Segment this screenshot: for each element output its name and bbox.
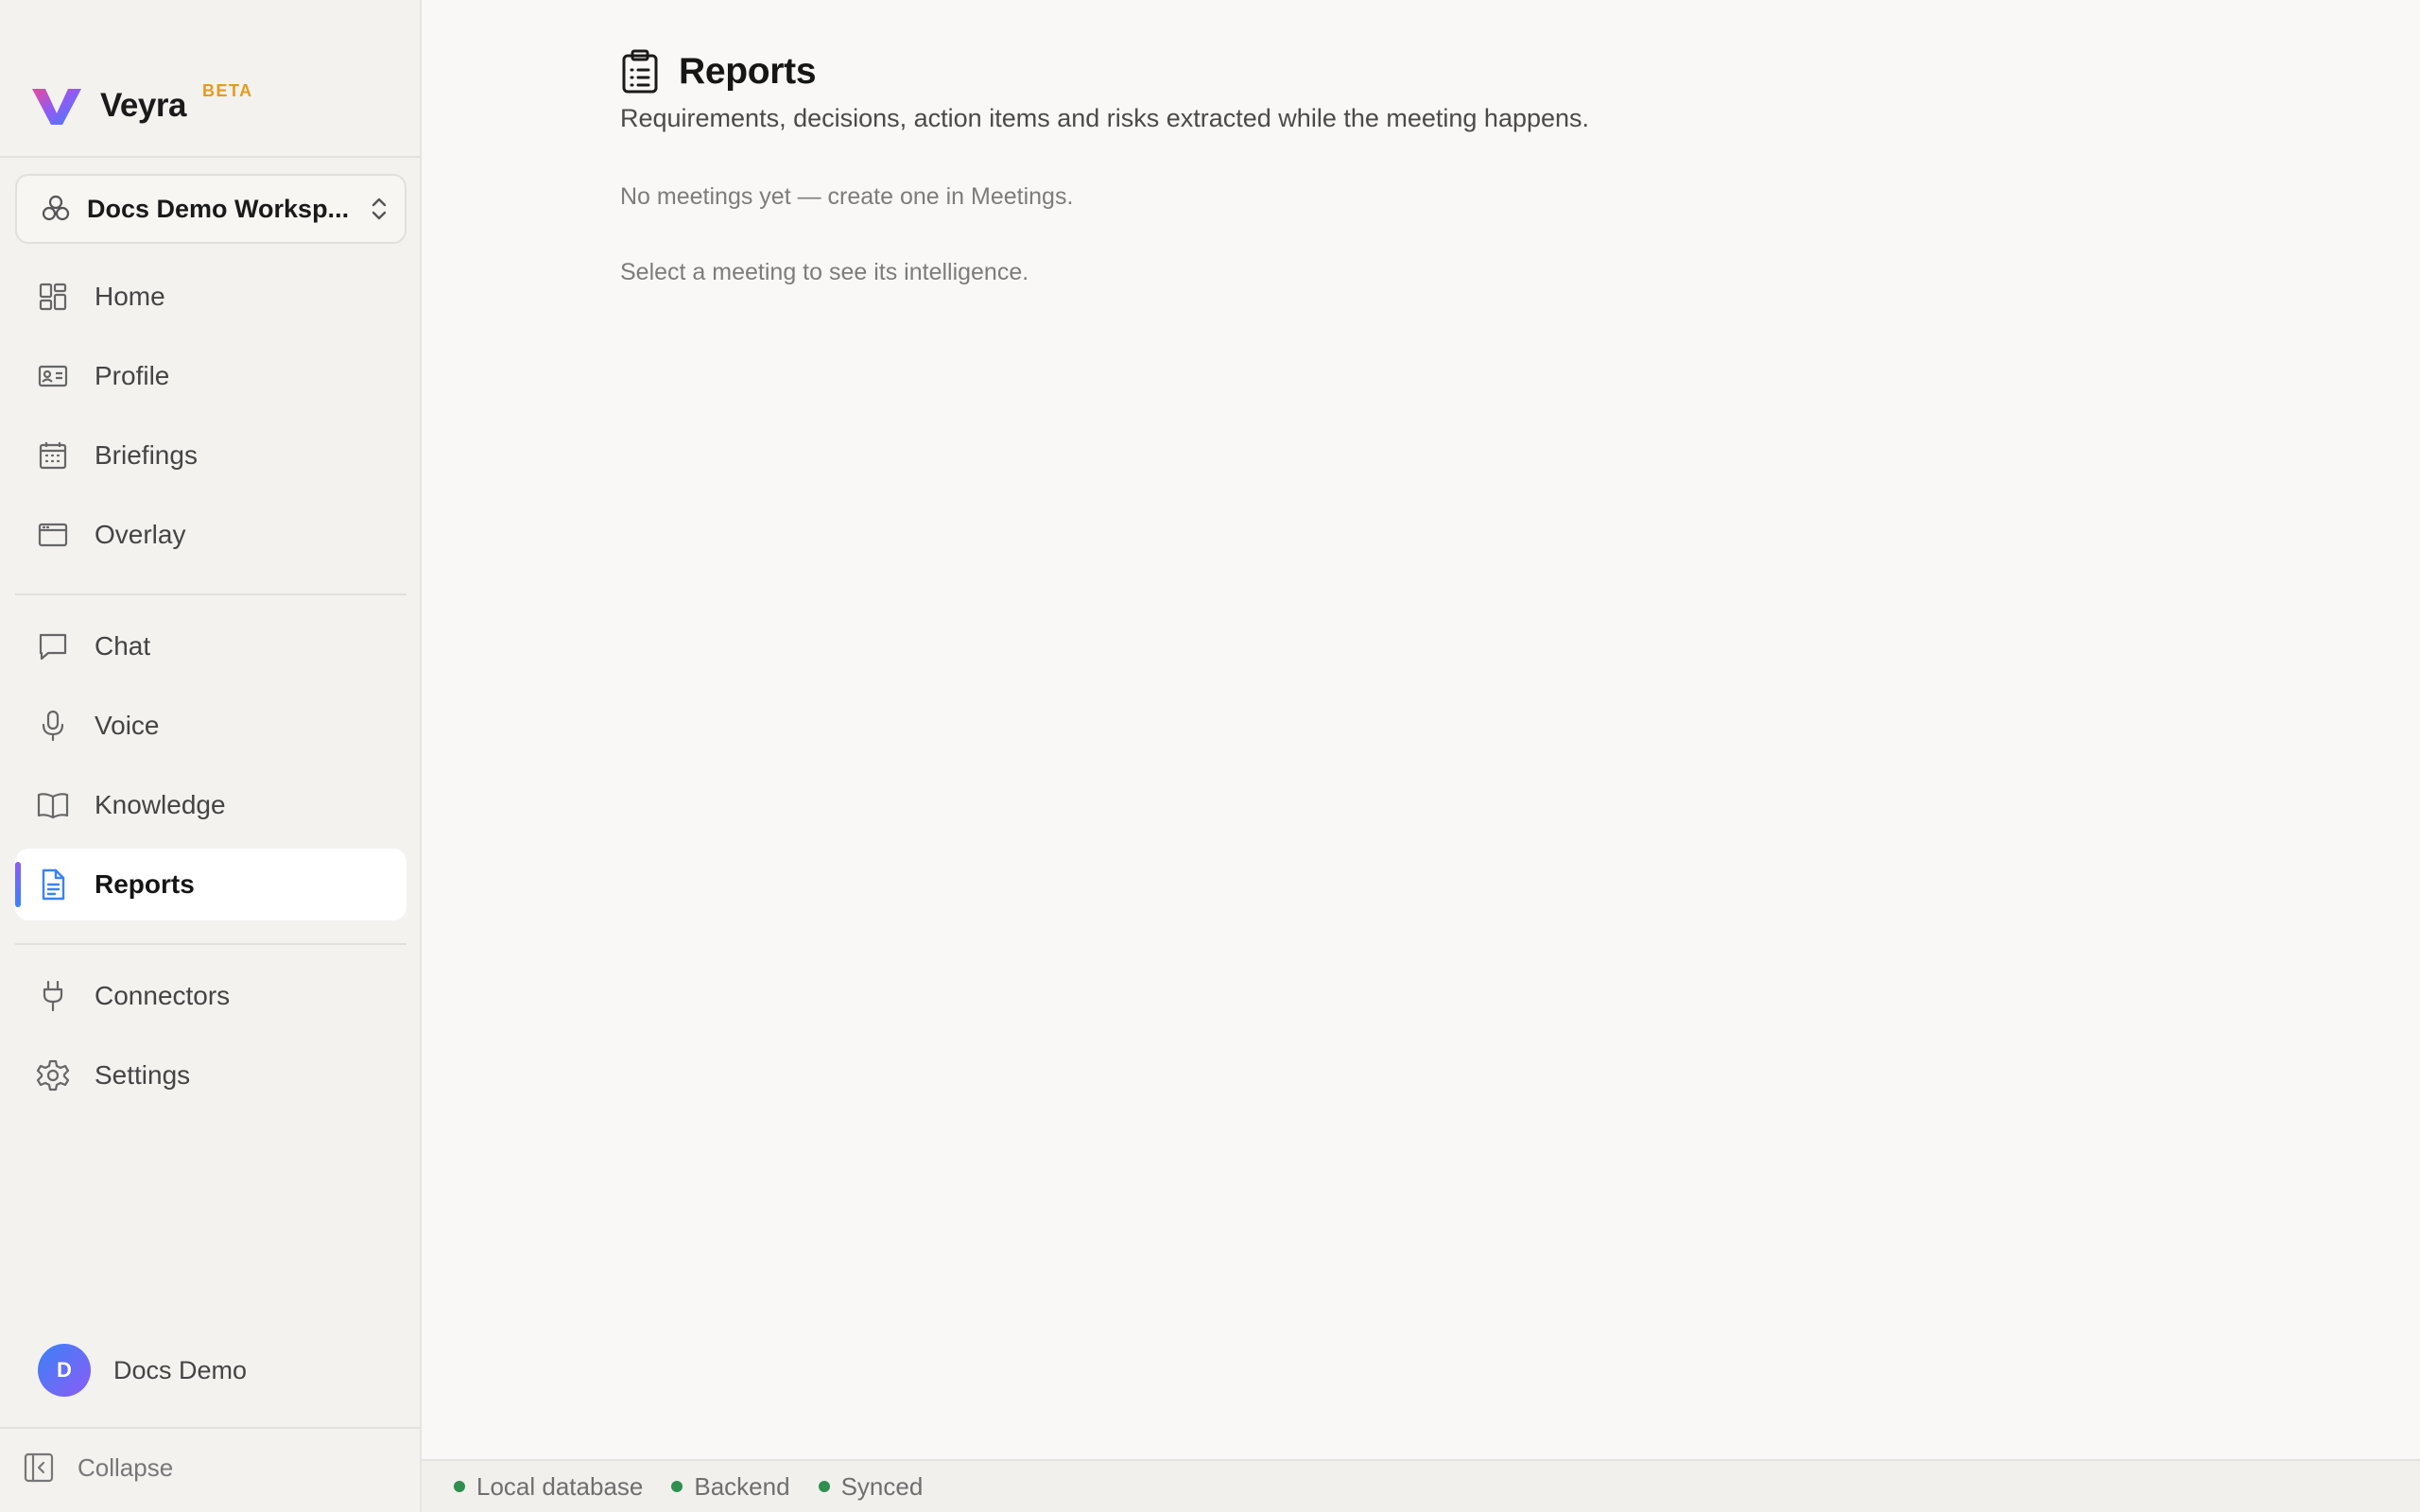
- sidebar-item-label: Settings: [95, 1060, 191, 1090]
- grid-icon: [39, 283, 67, 311]
- collapse-button[interactable]: Collapse: [23, 1452, 173, 1484]
- status-dot-icon: [454, 1481, 465, 1492]
- workspace-name: Docs Demo Worksp...: [87, 194, 350, 223]
- status-synced: Synced: [818, 1471, 924, 1502]
- sidebar-item-profile[interactable]: Profile: [15, 340, 406, 412]
- sidebar-item-briefings[interactable]: Briefings: [15, 420, 406, 491]
- sidebar-item-label: Briefings: [95, 440, 198, 470]
- sidebar-item-label: Knowledge: [95, 790, 226, 819]
- workspace-switcher[interactable]: Docs Demo Worksp...: [15, 174, 406, 244]
- avatar: D: [38, 1344, 91, 1397]
- plug-icon: [43, 980, 63, 1012]
- status-label: Backend: [694, 1471, 790, 1501]
- chat-bubble-icon: [39, 633, 67, 661]
- beta-badge: BETA: [202, 81, 253, 100]
- sidebar-item-label: Connectors: [95, 981, 231, 1010]
- clipboard-list-icon: [622, 49, 658, 94]
- sidebar-item-label: Chat: [95, 631, 151, 661]
- microphone-icon: [42, 710, 64, 742]
- document-icon: [42, 868, 65, 901]
- sidebar-item-voice[interactable]: Voice: [15, 690, 406, 762]
- page-header: Reports: [620, 49, 817, 94]
- main-content: Reports Requirements, decisions, action …: [422, 0, 2420, 1459]
- sidebar-item-settings[interactable]: Settings: [15, 1040, 406, 1111]
- status-local-database: Local database: [454, 1472, 643, 1502]
- user-name: Docs Demo: [113, 1355, 248, 1384]
- nav-divider: [15, 943, 406, 945]
- sidebar-item-label: Overlay: [95, 520, 186, 549]
- book-icon: [37, 793, 69, 819]
- veyra-logo-icon: [32, 89, 81, 125]
- sidebar-item-label: Voice: [95, 711, 160, 740]
- sidebar-item-overlay[interactable]: Overlay: [15, 499, 406, 571]
- brand: Veyra BETA: [30, 79, 251, 132]
- status-dot-icon: [671, 1481, 683, 1492]
- sidebar-item-label: Profile: [95, 361, 170, 390]
- page-title: Reports: [679, 51, 817, 92]
- brand-divider: [0, 156, 420, 158]
- sidebar: Veyra BETA Docs Demo Worksp... Home Prof…: [0, 0, 422, 1512]
- window-icon: [38, 523, 68, 547]
- gear-icon: [36, 1059, 70, 1091]
- id-card-icon: [38, 365, 68, 387]
- collapse-label: Collapse: [78, 1452, 174, 1482]
- nav-divider: [15, 593, 406, 595]
- calendar-icon: [39, 442, 67, 470]
- sidebar-item-label: Reports: [95, 869, 195, 899]
- sidebar-item-home[interactable]: Home: [15, 261, 406, 333]
- page-subtitle: Requirements, decisions, action items an…: [620, 104, 1590, 132]
- user-profile[interactable]: D Docs Demo: [38, 1344, 247, 1397]
- sidebar-item-label: Home: [95, 282, 165, 311]
- footer-divider: [0, 1427, 420, 1429]
- status-label: Synced: [840, 1471, 924, 1501]
- sidebar-item-knowledge[interactable]: Knowledge: [15, 769, 406, 841]
- status-dot-icon: [818, 1481, 830, 1492]
- status-bar: Local database Backend Synced: [422, 1459, 2420, 1512]
- sidebar-item-chat[interactable]: Chat: [15, 610, 406, 682]
- empty-meetings-message: No meetings yet — create one in Meetings…: [620, 183, 1074, 210]
- status-label: Local database: [476, 1471, 644, 1501]
- status-backend: Backend: [671, 1471, 790, 1502]
- sidebar-collapse-icon: [24, 1452, 54, 1483]
- sidebar-item-connectors[interactable]: Connectors: [15, 960, 406, 1032]
- select-meeting-hint: Select a meeting to see its intelligence…: [620, 259, 1029, 285]
- chevron-up-down-icon: [372, 198, 387, 220]
- workspace-icon: [42, 195, 70, 221]
- sidebar-item-reports[interactable]: Reports: [15, 849, 406, 920]
- app-name: Veyra: [100, 87, 186, 124]
